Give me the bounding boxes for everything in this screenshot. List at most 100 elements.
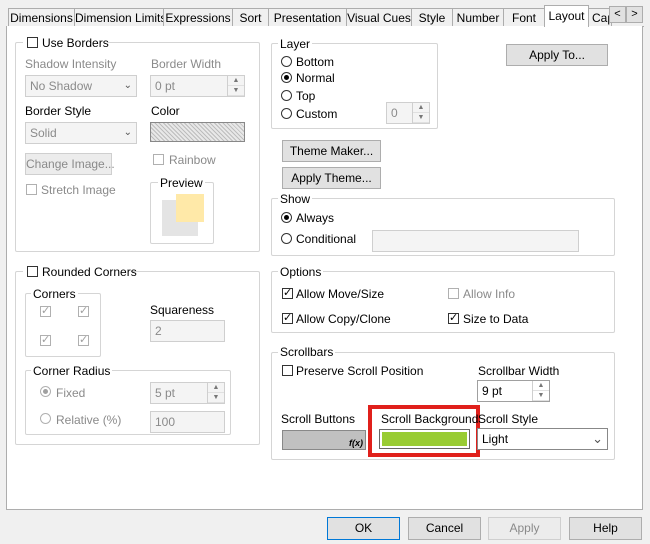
size-to-data-label: Size to Data	[463, 312, 529, 326]
border-style-value: Solid	[30, 126, 57, 140]
corners-label: Corners	[31, 287, 78, 301]
scrollbar-width-input[interactable]: 9 pt ▲ ▼	[477, 380, 550, 402]
help-button[interactable]: Help	[569, 517, 642, 540]
chevron-down-icon: ⌄	[123, 80, 132, 91]
cancel-button[interactable]: Cancel	[408, 517, 481, 540]
tab-number[interactable]: Number	[452, 8, 504, 26]
theme-maker-button[interactable]: Theme Maker...	[282, 140, 381, 162]
shadow-intensity-select[interactable]: No Shadow ⌄	[25, 75, 137, 97]
corner-top-left-checkbox[interactable]: ✓	[40, 305, 51, 317]
chevron-down-icon: ⌄	[123, 127, 132, 138]
corner-bottom-right-checkbox[interactable]: ✓	[78, 334, 89, 346]
tab-visual-cues[interactable]: Visual Cues	[346, 8, 412, 26]
use-borders-label[interactable]: Use Borders	[42, 36, 109, 50]
allow-info-checkbox[interactable]	[448, 288, 459, 299]
apply-to-button[interactable]: Apply To...	[506, 44, 608, 66]
allow-info-label: Allow Info	[463, 287, 516, 301]
spin-up-icon: ▲	[413, 103, 429, 113]
scroll-style-label: Scroll Style	[478, 412, 539, 426]
spin-up-icon: ▲	[228, 76, 244, 86]
layer-top-radio[interactable]	[281, 90, 292, 101]
tab-presentation[interactable]: Presentation	[268, 8, 347, 26]
layer-normal-radio[interactable]	[281, 72, 292, 83]
scroll-buttons-color[interactable]: f(x)	[282, 430, 366, 450]
tab-scroll-right-button[interactable]: >	[626, 6, 643, 23]
tab-layout[interactable]: Layout	[544, 5, 589, 27]
fixed-radius-input[interactable]: 5 pt ▲ ▼	[150, 382, 225, 404]
border-width-label: Border Width	[151, 57, 222, 71]
layer-custom-radio[interactable]	[281, 108, 292, 119]
scroll-background-label: Scroll Background	[381, 412, 479, 426]
relative-radius-input[interactable]: 100	[150, 411, 225, 433]
rounded-corners-checkbox[interactable]	[27, 266, 38, 277]
preserve-scroll-checkbox[interactable]	[282, 365, 293, 376]
apply-button[interactable]: Apply	[488, 517, 561, 540]
squareness-input[interactable]: 2	[150, 320, 225, 342]
corner-bottom-left-checkbox[interactable]: ✓	[40, 334, 51, 346]
allow-move-size-checkbox[interactable]: ✓	[282, 287, 293, 299]
check-icon: ✓	[79, 305, 89, 317]
border-style-label: Border Style	[25, 104, 92, 118]
layer-custom-input[interactable]: 0 ▲ ▼	[386, 102, 430, 124]
fixed-radius-value: 5 pt	[155, 386, 176, 400]
tab-expressions[interactable]: Expressions	[163, 8, 233, 26]
use-borders-checkbox[interactable]	[27, 37, 38, 48]
scroll-style-select[interactable]: Light ⌄	[477, 428, 608, 450]
scroll-style-value: Light	[482, 432, 509, 446]
border-style-select[interactable]: Solid ⌄	[25, 122, 137, 144]
tab-dimensions[interactable]: Dimensions	[8, 8, 75, 26]
layer-bottom-radio[interactable]	[281, 56, 292, 67]
relative-radio[interactable]	[40, 413, 51, 424]
spin-down-icon: ▼	[228, 86, 244, 96]
layer-custom-value: 0	[391, 106, 398, 120]
rainbow-checkbox[interactable]	[153, 154, 164, 165]
layer-custom-spinner[interactable]: ▲ ▼	[412, 103, 429, 123]
change-image-button[interactable]: Change Image...	[25, 153, 115, 175]
scroll-background-fill	[382, 432, 467, 446]
spin-up-icon: ▲	[533, 381, 549, 391]
corner-top-right-checkbox[interactable]: ✓	[78, 305, 89, 317]
color-label: Color	[151, 104, 180, 118]
scrollbars-title: Scrollbars	[278, 345, 336, 359]
border-color-swatch[interactable]	[150, 122, 245, 142]
options-title: Options	[278, 265, 324, 279]
fixed-radius-spinner[interactable]: ▲ ▼	[207, 383, 224, 403]
check-icon: ✓	[449, 312, 459, 324]
show-always-label: Always	[296, 211, 335, 225]
apply-theme-button[interactable]: Apply Theme...	[282, 167, 381, 189]
preview-swatch	[176, 194, 204, 222]
rounded-corners-label[interactable]: Rounded Corners	[42, 265, 137, 279]
show-conditional-input[interactable]	[372, 230, 579, 252]
tab-style[interactable]: Style	[411, 8, 453, 26]
spin-down-icon: ▼	[413, 113, 429, 123]
scroll-buttons-label: Scroll Buttons	[281, 412, 356, 426]
fixed-radio[interactable]	[40, 386, 51, 397]
squareness-label: Squareness	[150, 303, 215, 317]
show-conditional-radio[interactable]	[281, 233, 292, 244]
show-always-radio[interactable]	[281, 212, 292, 223]
layer-title: Layer	[278, 37, 313, 51]
stretch-image-checkbox[interactable]	[26, 184, 37, 195]
spin-down-icon: ▼	[533, 391, 549, 401]
allow-copy-clone-checkbox[interactable]: ✓	[282, 312, 293, 324]
shadow-intensity-label: Shadow Intensity	[25, 57, 117, 71]
check-icon: ✓	[41, 334, 51, 346]
scrollbar-width-spinner[interactable]: ▲ ▼	[532, 381, 549, 401]
tab-dimension-limits[interactable]: Dimension Limits	[74, 8, 164, 26]
corners-group	[25, 293, 101, 357]
border-width-input[interactable]: 0 pt ▲ ▼	[150, 75, 245, 97]
scroll-background-color[interactable]	[379, 429, 470, 449]
tab-scroll-left-button[interactable]: <	[609, 6, 626, 23]
size-to-data-checkbox[interactable]: ✓	[448, 312, 459, 324]
chevron-down-icon: ⌄	[592, 431, 603, 446]
check-icon: ✓	[283, 287, 293, 299]
rainbow-label: Rainbow	[169, 153, 216, 167]
layer-top-label: Top	[296, 89, 316, 103]
tab-font[interactable]: Font	[503, 8, 545, 26]
ok-button[interactable]: OK	[327, 517, 400, 540]
check-icon: ✓	[283, 312, 293, 324]
layer-bottom-label: Bottom	[296, 55, 335, 69]
border-width-spinner[interactable]: ▲ ▼	[227, 76, 244, 96]
fixed-label: Fixed	[56, 386, 86, 400]
tab-sort[interactable]: Sort	[232, 8, 269, 26]
